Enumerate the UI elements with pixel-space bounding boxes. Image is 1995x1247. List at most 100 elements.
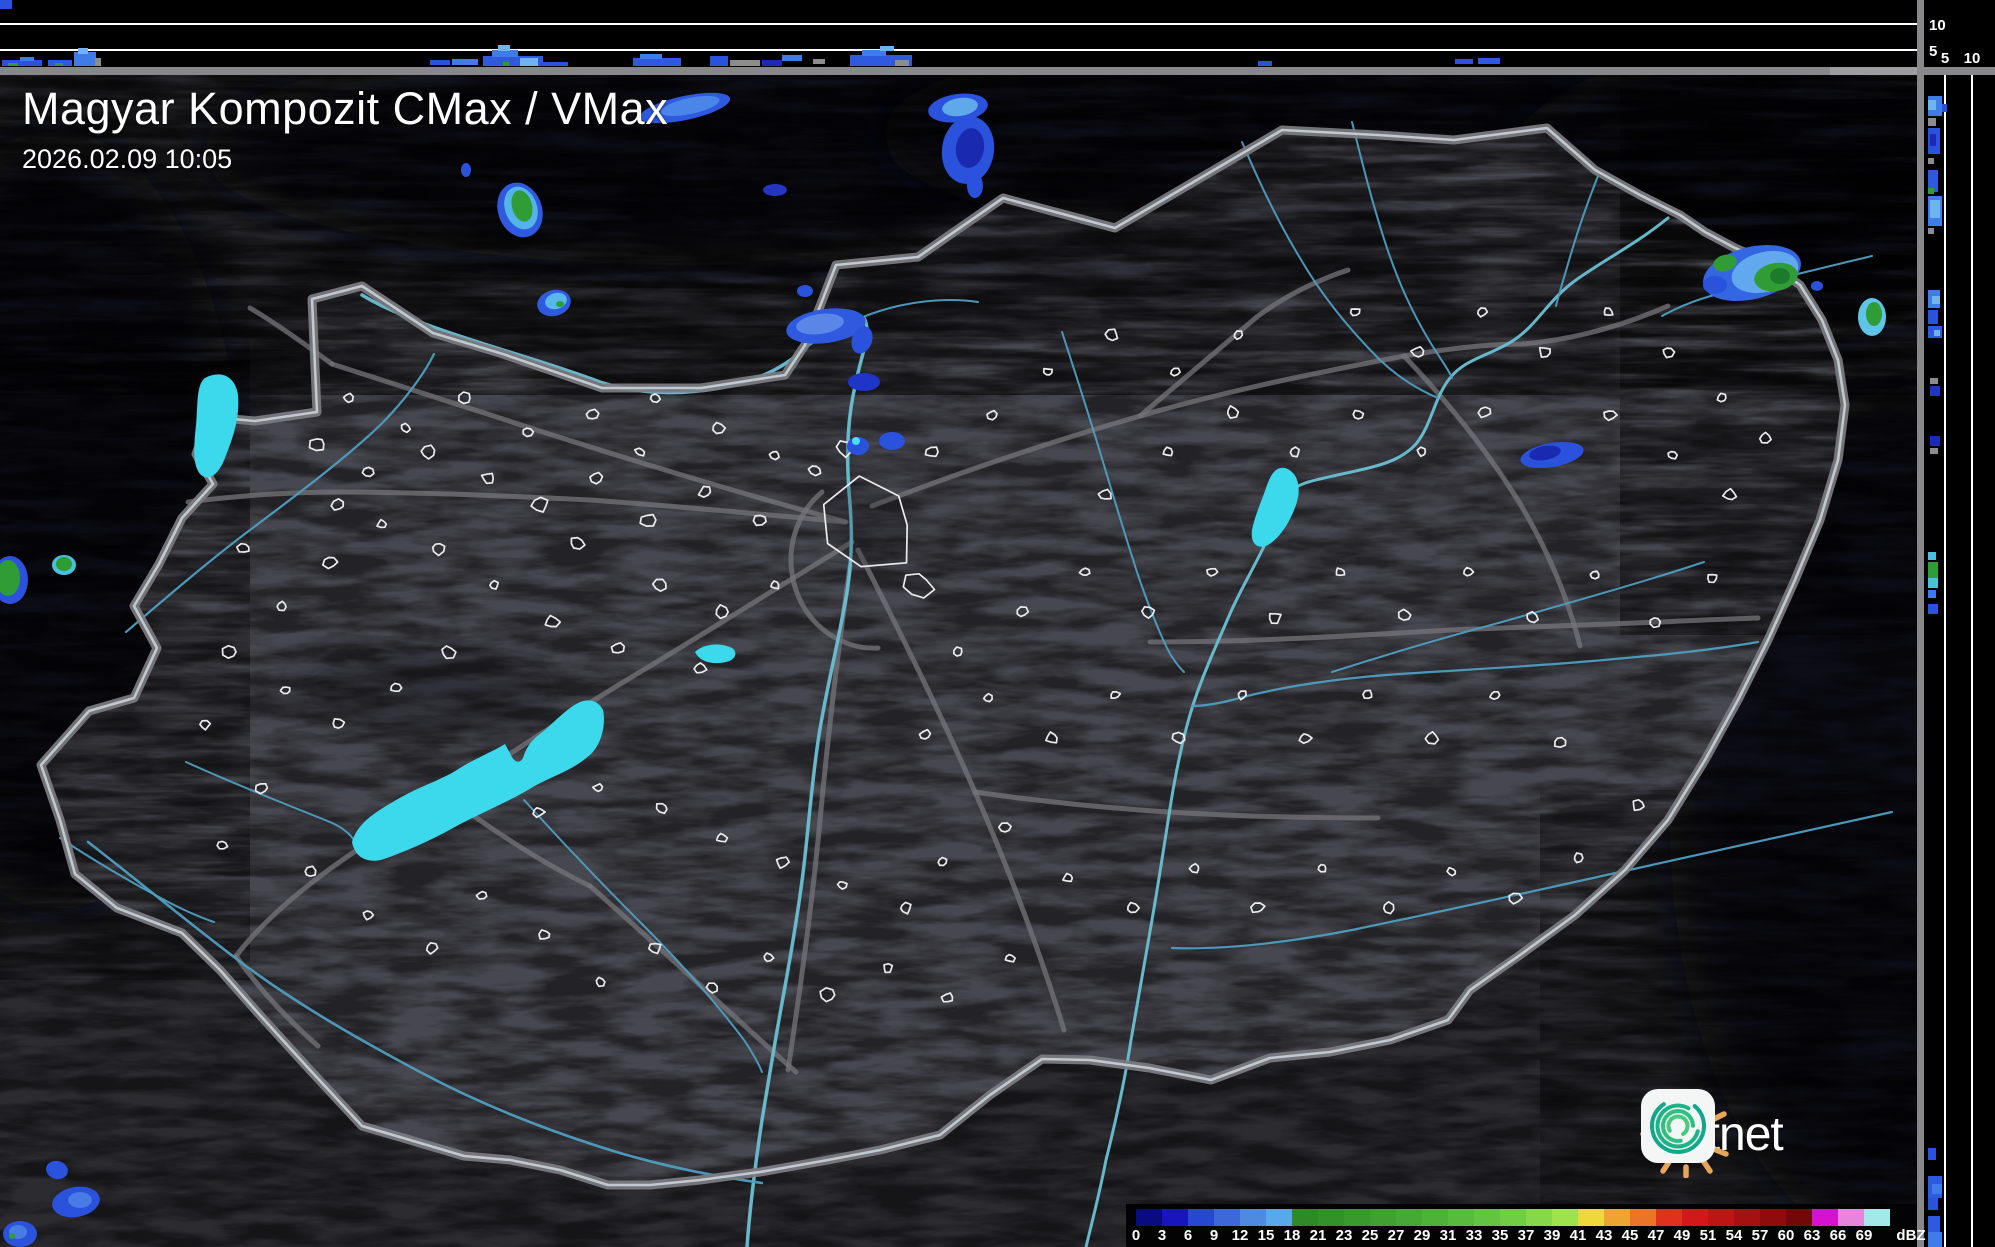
settlement-outline <box>308 438 325 452</box>
echo-layer <box>797 285 813 297</box>
settlement-outline <box>1649 617 1662 629</box>
top-projection-strip <box>0 0 1917 67</box>
settlement-outline <box>1349 308 1361 317</box>
strip-echo <box>1934 330 1940 336</box>
settlement-outline <box>883 962 894 974</box>
echo-layer <box>56 557 72 571</box>
legend-tick-label: 43 <box>1595 1227 1613 1244</box>
legend-segment <box>1240 1209 1266 1226</box>
settlement-outline <box>216 840 229 850</box>
strip-echo <box>710 56 728 66</box>
echo-layer <box>1703 276 1727 294</box>
settlement-outline <box>1489 690 1501 701</box>
settlement-outline <box>768 450 780 461</box>
settlement-outline <box>1589 570 1600 580</box>
echo-layer <box>1811 281 1823 291</box>
legend-segment <box>1396 1209 1422 1226</box>
legend-segment <box>1604 1209 1630 1226</box>
echo-blob <box>3 1221 37 1247</box>
settlement-outline <box>1667 450 1679 460</box>
settlement-outline <box>1362 689 1373 700</box>
legend-tick-label: 15 <box>1257 1227 1275 1244</box>
legend-segment <box>1734 1209 1760 1226</box>
right-axis-tick-label: 5 <box>1941 50 1949 67</box>
settlement-outline <box>1573 852 1584 864</box>
legend-segment <box>1578 1209 1604 1226</box>
legend-segment <box>1526 1209 1552 1226</box>
strip-echo <box>1930 200 1940 218</box>
echo-layer <box>848 373 880 391</box>
settlement-outline <box>279 686 291 695</box>
strip-echo <box>730 60 760 66</box>
legend-segment <box>1682 1209 1708 1226</box>
echo-blob <box>763 184 787 196</box>
strip-echo <box>813 59 825 64</box>
dbz-unit-label: dBZ <box>1896 1227 1926 1244</box>
strip-echo <box>1928 310 1938 324</box>
legend-tick-label: 49 <box>1673 1227 1691 1244</box>
legend-segment <box>1318 1209 1344 1226</box>
echo-layer <box>9 1233 15 1239</box>
strip-echo <box>1928 228 1934 234</box>
map-frame-vertical <box>1917 0 1924 1247</box>
dbz-color-scale: 0 3 6 9 12 15 18 21 23 25 27 29 31 33 35 37 39 41 43 45 47 49… <box>1126 1204 1926 1247</box>
legend-segment <box>1500 1209 1526 1226</box>
legend-tick-label: 66 <box>1829 1227 1847 1244</box>
echo-blob <box>461 163 471 177</box>
settlement-outline <box>389 682 403 693</box>
strip-echo <box>1928 1198 1938 1210</box>
legend-tick-label: 29 <box>1413 1227 1431 1244</box>
settlement-outline <box>1382 901 1395 915</box>
settlement-outline <box>489 579 499 590</box>
legend-tick-label: 31 <box>1439 1227 1457 1244</box>
top-axis-tick-label: 5 <box>1929 43 1937 60</box>
strip-echo <box>540 62 568 66</box>
legend-tick-label: 51 <box>1699 1227 1717 1244</box>
echo-layer <box>68 1192 92 1208</box>
settlement-outline <box>924 446 939 458</box>
settlement-outline <box>221 644 237 659</box>
map-frame-horizontal <box>0 67 1995 75</box>
settlement-outline <box>1707 573 1718 584</box>
settlement-outline <box>304 865 317 878</box>
echo-blob <box>1858 298 1886 336</box>
echo-blob <box>797 285 813 297</box>
settlement-outline <box>1317 863 1327 873</box>
legend-tick-label: 35 <box>1491 1227 1509 1244</box>
strip-echo <box>1928 188 1934 194</box>
legend-tick-label: 69 <box>1855 1227 1873 1244</box>
legend-segment <box>1812 1209 1838 1226</box>
strip-echo <box>1930 436 1940 446</box>
legend-tick-label: 3 <box>1157 1227 1167 1244</box>
settlement-outline <box>997 822 1012 833</box>
strip-echo <box>633 58 681 66</box>
settlement-outline <box>1352 409 1365 420</box>
legend-tick-label: 6 <box>1183 1227 1193 1244</box>
strip-echo <box>78 48 88 54</box>
settlement-outline <box>937 856 948 867</box>
legend-tick-label: 39 <box>1543 1227 1561 1244</box>
echo-layer <box>461 163 471 177</box>
legend-segment <box>1838 1209 1864 1226</box>
strip-echo <box>1478 58 1500 64</box>
echo-layer <box>1866 302 1882 326</box>
strip-echo <box>1928 562 1938 578</box>
legend-tick-label: 54 <box>1725 1227 1743 1244</box>
right-axis-tick-label: 10 <box>1964 50 1981 67</box>
legend-tick-label: 60 <box>1777 1227 1795 1244</box>
legend-segment <box>1422 1209 1448 1226</box>
legend-tick-label: 12 <box>1231 1227 1249 1244</box>
right-projection-strip <box>1924 75 1995 1247</box>
strip-echo <box>1928 578 1938 588</box>
legend-segment <box>1786 1209 1812 1226</box>
settlement-outline <box>457 391 471 405</box>
settlement-outline <box>1042 367 1054 376</box>
settlement-outline <box>770 580 780 590</box>
strip-echo <box>1258 61 1272 66</box>
color-bar <box>1136 1209 1890 1226</box>
settlement-outline <box>522 427 535 438</box>
map-area <box>0 75 1917 1247</box>
settlement-outline <box>235 542 250 553</box>
strip-echo <box>20 57 34 61</box>
strip-echo <box>1930 386 1940 396</box>
